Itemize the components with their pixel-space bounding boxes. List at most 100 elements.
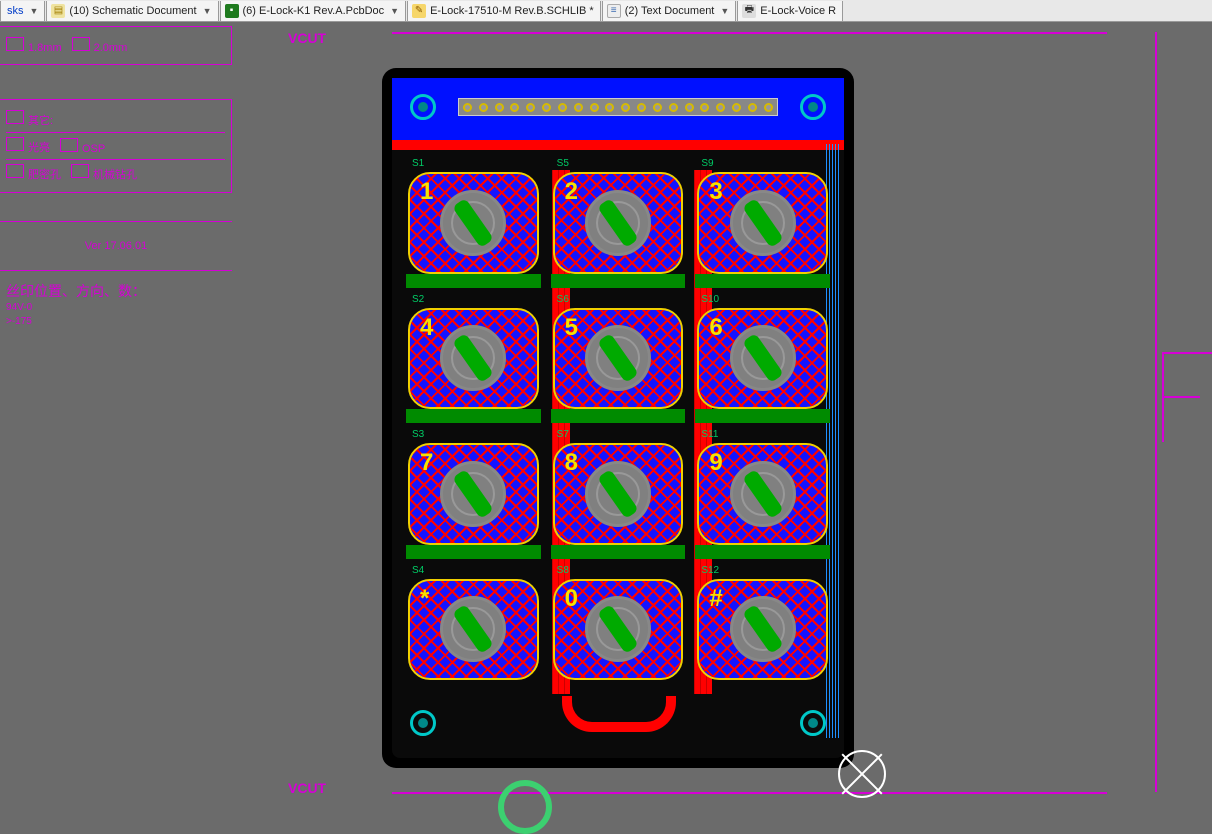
- designator: S12: [701, 565, 719, 576]
- connector-pin: [495, 103, 504, 112]
- tab-label: sks: [5, 5, 24, 17]
- green-band: [551, 545, 686, 559]
- tab-tasks-cut[interactable]: sks ▼: [0, 1, 45, 21]
- key-star[interactable]: S4 *: [406, 563, 541, 689]
- key-number: 6: [709, 314, 722, 342]
- key-number: 7: [420, 449, 433, 477]
- designator: S1: [412, 158, 424, 169]
- vcut-top-label: VCUT: [288, 30, 326, 46]
- rotary-knob-icon: [585, 190, 651, 256]
- designator: S11: [701, 429, 718, 440]
- rotary-knob-icon: [730, 325, 796, 391]
- key-5[interactable]: S6 5: [551, 292, 686, 418]
- mount-hole-tl: [410, 94, 436, 120]
- checkbox-osp[interactable]: [60, 138, 78, 152]
- pcb-board[interactable]: S1 1 S5 2: [382, 68, 854, 768]
- rotary-knob-icon: [440, 596, 506, 662]
- fab-notes-panel: 1.8mm 2.0mm 其它: 光亮 OSP 肥密孔 机械钻孔 Ver 17.0…: [0, 22, 232, 800]
- designator: S9: [701, 158, 713, 169]
- origin-marker[interactable]: [838, 750, 886, 798]
- document-tabs: sks ▼ ▤ (10) Schematic Document ▼ ▪ (6) …: [0, 0, 1212, 22]
- connector-pin: [621, 103, 630, 112]
- pcb-top-copper: [392, 78, 844, 150]
- checkbox-other[interactable]: [6, 110, 24, 124]
- page-outline-bottom: [392, 792, 1107, 794]
- tab-pcb-document[interactable]: ▪ (6) E-Lock-K1 Rev.A.PcbDoc ▼: [220, 1, 407, 21]
- chevron-down-icon: ▼: [390, 6, 399, 16]
- rotary-knob-icon: [585, 461, 651, 527]
- connector-pin: [463, 103, 472, 112]
- connector-pin: [669, 103, 678, 112]
- header-connector[interactable]: [458, 98, 778, 116]
- key-2[interactable]: S5 2: [551, 156, 686, 282]
- key-number: 0: [565, 585, 578, 613]
- rotary-knob-icon: [730, 190, 796, 256]
- designator: S2: [412, 294, 424, 305]
- key-pad: 8: [553, 443, 684, 545]
- tab-voice-report[interactable]: 🖶 E-Lock-Voice R: [737, 1, 843, 21]
- designator: S10: [701, 294, 719, 305]
- green-band: [406, 545, 541, 559]
- green-band: [406, 409, 541, 423]
- connector-pin: [637, 103, 646, 112]
- designator: S6: [557, 294, 569, 305]
- key-number: 5: [565, 314, 578, 342]
- tab-schlib[interactable]: ✎ E-Lock-17510-M Rev.B.SCHLIB *: [407, 1, 601, 21]
- tab-schematic-document[interactable]: ▤ (10) Schematic Document ▼: [46, 1, 218, 21]
- pcb-workspace[interactable]: 1.8mm 2.0mm 其它: 光亮 OSP 肥密孔 机械钻孔 Ver 17.0…: [0, 22, 1212, 800]
- connector-pin: [590, 103, 599, 112]
- designator: S3: [412, 429, 424, 440]
- option-label: 肥密孔: [28, 169, 61, 181]
- green-band: [695, 274, 830, 288]
- silk-notes-title: 丝印位置、方向、数：: [6, 281, 226, 301]
- green-band: [406, 274, 541, 288]
- fold-mark: [1162, 352, 1212, 442]
- chevron-down-icon: ▼: [30, 6, 39, 16]
- tab-label: (2) Text Document: [625, 5, 715, 17]
- key-9[interactable]: S11 9: [695, 427, 830, 553]
- checkbox-2p0mm[interactable]: [72, 37, 90, 51]
- key-pad: 9: [697, 443, 828, 545]
- key-pad: 4: [408, 308, 539, 410]
- key-4[interactable]: S2 4: [406, 292, 541, 418]
- option-label: 机械钻孔: [93, 169, 137, 181]
- connector-pin: [685, 103, 694, 112]
- key-0[interactable]: S8 0: [551, 563, 686, 689]
- checkbox-hole-a[interactable]: [6, 164, 24, 178]
- rotary-knob-icon: [440, 190, 506, 256]
- trace-u-loop: [562, 696, 676, 732]
- key-number: 3: [709, 178, 722, 206]
- key-pad: 2: [553, 172, 684, 274]
- connector-pin: [716, 103, 725, 112]
- key-pad: 3: [697, 172, 828, 274]
- rotary-knob-icon: [585, 596, 651, 662]
- key-7[interactable]: S3 7: [406, 427, 541, 553]
- rotary-knob-icon: [440, 461, 506, 527]
- rotary-knob-icon: [440, 325, 506, 391]
- connector-pin: [510, 103, 519, 112]
- key-8[interactable]: S7 8: [551, 427, 686, 553]
- mount-hole-tr: [800, 94, 826, 120]
- pcb-canvas[interactable]: VCUT VCUT: [232, 22, 1212, 800]
- schematic-icon: ▤: [51, 4, 65, 18]
- connector-pin: [605, 103, 614, 112]
- green-band: [695, 545, 830, 559]
- checkbox-1p8mm[interactable]: [6, 37, 24, 51]
- mount-hole-br: [800, 710, 826, 736]
- key-3[interactable]: S9 3: [695, 156, 830, 282]
- connector-pin: [479, 103, 488, 112]
- designator: S7: [557, 429, 569, 440]
- pcb-black-area: S1 1 S5 2: [392, 78, 844, 758]
- tab-label: (10) Schematic Document: [69, 5, 196, 17]
- key-hash[interactable]: S12 #: [695, 563, 830, 689]
- vcut-bottom-label: VCUT: [288, 780, 326, 796]
- checkbox-bright[interactable]: [6, 137, 24, 151]
- option-label: 2.0mm: [94, 42, 128, 54]
- option-label: OSP: [82, 143, 105, 155]
- checkbox-hole-b[interactable]: [71, 164, 89, 178]
- key-pad: 0: [553, 579, 684, 681]
- chevron-down-icon: ▼: [203, 6, 212, 16]
- tab-text-document[interactable]: ≡ (2) Text Document ▼: [602, 1, 737, 21]
- key-6[interactable]: S10 6: [695, 292, 830, 418]
- key-1[interactable]: S1 1: [406, 156, 541, 282]
